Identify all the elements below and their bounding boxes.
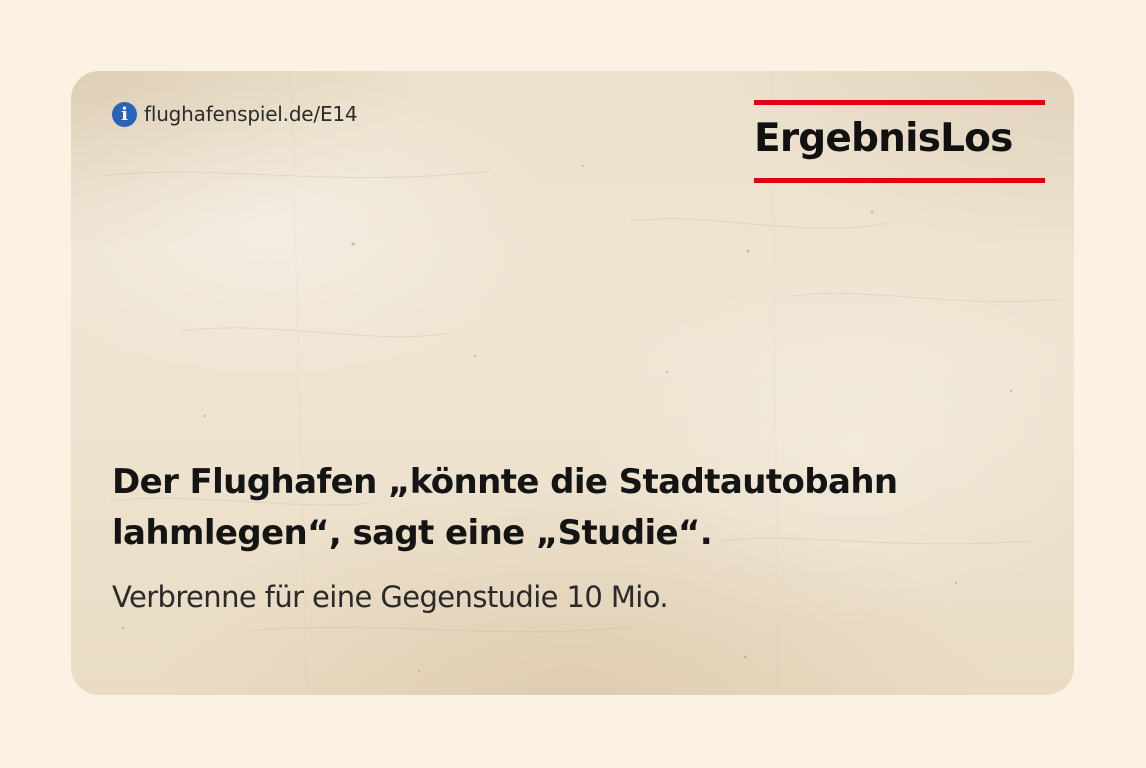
card-headline: Der Flughafen „könnte die Stadtautobahn … bbox=[112, 457, 1012, 559]
brand-title: ErgebnisLos bbox=[754, 116, 1013, 161]
info-icon: i bbox=[112, 101, 137, 127]
headline-line-1: Der Flughafen „könnte die Stadtautobahn bbox=[112, 462, 898, 502]
link-text: flughafenspiel.de/E14 bbox=[144, 102, 358, 126]
brand-logo: ErgebnisLos bbox=[754, 100, 1045, 184]
headline-line-2: lahmlegen“, sagt eine „Studie“. bbox=[112, 513, 713, 553]
info-link[interactable]: i flughafenspiel.de/E14 bbox=[112, 101, 358, 127]
brand-bottom-rule bbox=[754, 178, 1045, 183]
brand-top-rule bbox=[754, 100, 1045, 105]
result-card: i flughafenspiel.de/E14 ErgebnisLos Der … bbox=[71, 71, 1074, 695]
card-instruction: Verbrenne für eine Gegenstudie 10 Mio. bbox=[112, 580, 669, 614]
